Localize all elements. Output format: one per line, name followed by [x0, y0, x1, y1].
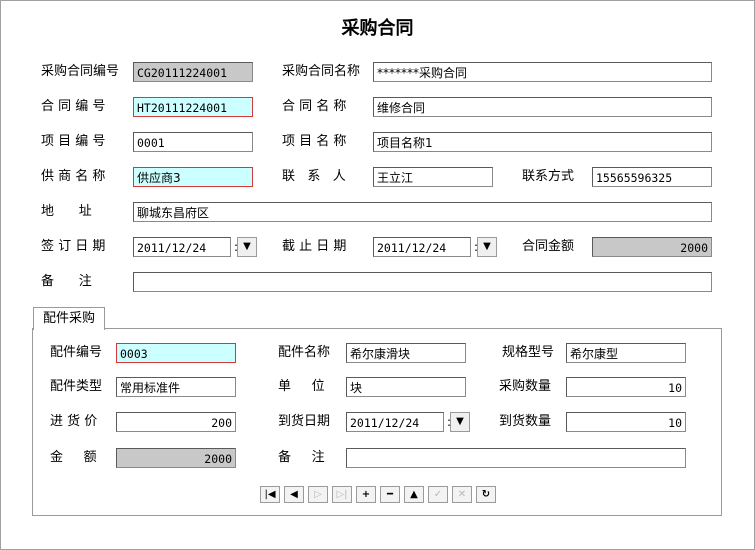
insert-record-button[interactable]: +: [356, 486, 376, 503]
part-remark-label: 备 注: [278, 450, 325, 465]
supplier-name-field[interactable]: 供应商3: [133, 167, 253, 187]
contact-label: 联 系 人: [282, 169, 346, 184]
first-record-icon: |◀: [264, 489, 276, 500]
last-record-icon: ▷|: [336, 489, 348, 500]
plus-icon: +: [361, 489, 371, 500]
chevron-down-icon: ▼: [456, 416, 464, 427]
end-date-label: 截 止 日 期: [282, 239, 347, 254]
unit-label: 单 位: [278, 379, 325, 394]
sign-date-label: 签 订 日 期: [41, 239, 106, 254]
contact-field[interactable]: 王立江: [373, 167, 493, 187]
contact-info-label: 联系方式: [522, 169, 575, 184]
purchase-contract-no-field[interactable]: CG20111224001: [133, 62, 253, 82]
last-record-button[interactable]: ▷|: [332, 486, 352, 503]
remark-field[interactable]: [133, 272, 712, 292]
contract-amount-label: 合同金额: [522, 239, 575, 254]
arrival-date-field[interactable]: 2011/12/24: [346, 412, 444, 432]
part-name-field[interactable]: 希尔康滑块: [346, 343, 466, 363]
contract-name-field[interactable]: 维修合同: [373, 97, 712, 117]
refresh-icon: ↻: [481, 489, 491, 500]
refresh-button[interactable]: ↻: [476, 486, 496, 503]
unit-field[interactable]: 块: [346, 377, 466, 397]
supplier-name-label: 供 商 名 称: [41, 169, 106, 184]
purchase-qty-label: 采购数量: [499, 379, 552, 394]
address-field[interactable]: 聊城东昌府区: [133, 202, 712, 222]
purchase-qty-field[interactable]: 10: [566, 377, 686, 397]
contract-name-label: 合 同 名 称: [282, 99, 347, 114]
chevron-down-icon: ▼: [483, 241, 491, 252]
prior-record-icon: ◀: [290, 489, 298, 500]
x-icon: ✕: [457, 489, 467, 500]
spec-label: 规格型号: [502, 345, 555, 360]
check-icon: ✓: [433, 489, 443, 500]
part-type-field[interactable]: 常用标准件: [116, 377, 236, 397]
delete-record-button[interactable]: ━: [380, 486, 400, 503]
arrival-qty-label: 到货数量: [499, 414, 552, 429]
purchase-contract-no-label: 采购合同编号: [41, 64, 120, 79]
end-date-field[interactable]: 2011/12/24: [373, 237, 471, 257]
part-name-label: 配件名称: [278, 345, 331, 360]
project-name-field[interactable]: 项目名称1: [373, 132, 712, 152]
prior-record-button[interactable]: ◀: [284, 486, 304, 503]
chevron-down-icon: ▼: [243, 241, 251, 252]
project-no-field[interactable]: 0001: [133, 132, 253, 152]
part-no-label: 配件编号: [50, 345, 103, 360]
part-type-label: 配件类型: [50, 379, 103, 394]
tab-parts-purchase[interactable]: 配件采购: [33, 307, 105, 330]
page-title: 采购合同: [341, 18, 414, 39]
minus-icon: ━: [386, 489, 394, 500]
arrival-qty-field[interactable]: 10: [566, 412, 686, 432]
up-triangle-icon: ▲: [410, 489, 418, 500]
sign-date-dropdown-button[interactable]: ▼: [237, 237, 257, 257]
edit-record-button[interactable]: ▲: [404, 486, 424, 503]
amount-label: 金 额: [50, 450, 97, 465]
contact-info-field[interactable]: 15565596325: [592, 167, 712, 187]
project-no-label: 项 目 编 号: [41, 134, 106, 149]
remark-label: 备 注: [41, 274, 92, 289]
part-remark-field[interactable]: [346, 448, 686, 468]
end-date-dropdown-button[interactable]: ▼: [477, 237, 497, 257]
purchase-price-label: 进 货 价: [50, 414, 98, 429]
post-record-button[interactable]: ✓: [428, 486, 448, 503]
purchase-price-field[interactable]: 200: [116, 412, 236, 432]
next-record-button[interactable]: ▷: [308, 486, 328, 503]
purchase-contract-name-label: 采购合同名称: [282, 64, 361, 79]
project-name-label: 项 目 名 称: [282, 134, 347, 149]
cancel-record-button[interactable]: ✕: [452, 486, 472, 503]
contract-amount-field[interactable]: 2000: [592, 237, 712, 257]
contract-no-label: 合 同 编 号: [41, 99, 106, 114]
amount-field[interactable]: 2000: [116, 448, 236, 468]
next-record-icon: ▷: [314, 489, 322, 500]
arrival-date-dropdown-button[interactable]: ▼: [450, 412, 470, 432]
purchase-contract-name-field[interactable]: *******采购合同: [373, 62, 712, 82]
spec-field[interactable]: 希尔康型: [566, 343, 686, 363]
arrival-date-label: 到货日期: [278, 414, 331, 429]
first-record-button[interactable]: |◀: [260, 486, 280, 503]
address-label: 地 址: [41, 204, 92, 219]
contract-no-field[interactable]: HT20111224001: [133, 97, 253, 117]
part-no-field[interactable]: 0003: [116, 343, 236, 363]
sign-date-field[interactable]: 2011/12/24: [133, 237, 231, 257]
